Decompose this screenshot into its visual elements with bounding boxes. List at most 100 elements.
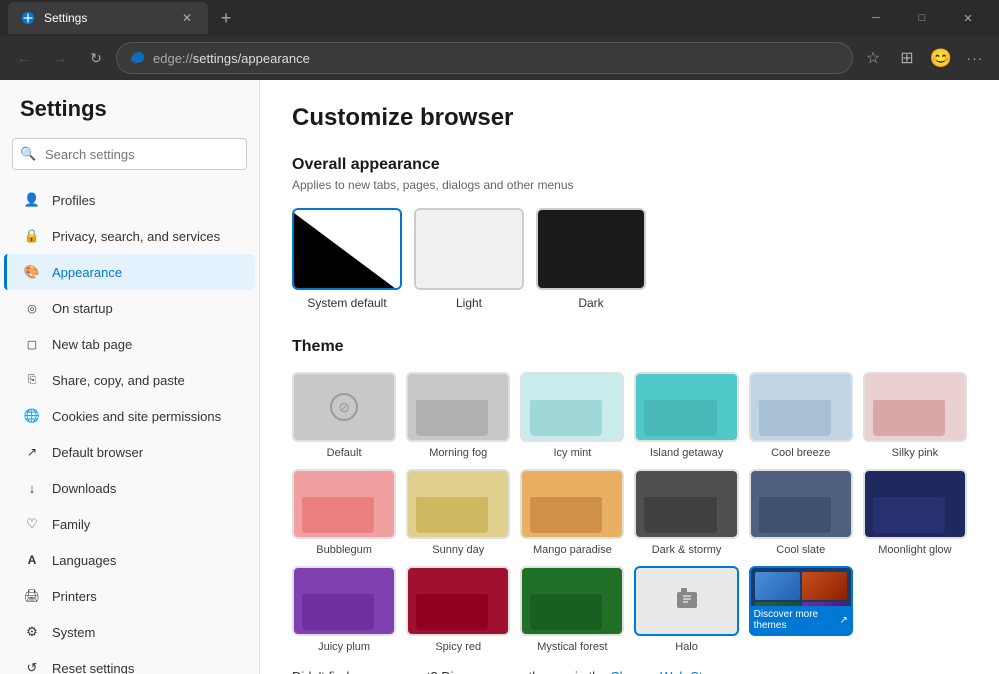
- theme-label: Morning fog: [406, 447, 510, 459]
- light-label: Light: [414, 296, 524, 310]
- folder-graphic: [522, 374, 622, 440]
- theme-juicy-plum[interactable]: Juicy plum: [292, 566, 396, 653]
- theme-mystical-forest[interactable]: Mystical forest: [520, 566, 624, 653]
- theme-label: Default: [292, 447, 396, 459]
- sidebar-item-default-browser[interactable]: ↗ Default browser: [4, 434, 255, 470]
- sidebar-item-label: Privacy, search, and services: [52, 229, 220, 244]
- discover-preview: Discover more themes ↗: [749, 566, 853, 636]
- appearance-light[interactable]: Light: [414, 208, 524, 310]
- sidebar-item-cookies[interactable]: 🌐 Cookies and site permissions: [4, 398, 255, 434]
- appearance-dark[interactable]: Dark: [536, 208, 646, 310]
- dark-graphic: [538, 210, 644, 288]
- theme-icy-mint[interactable]: Icy mint: [520, 372, 624, 459]
- browser-tab[interactable]: Settings ✕: [8, 2, 208, 34]
- cool-breeze-preview: [749, 372, 853, 442]
- sidebar-item-label: Family: [52, 517, 90, 532]
- search-input[interactable]: [12, 138, 247, 170]
- appearance-options: System default Light Dark: [292, 208, 967, 310]
- system-icon: ⚙: [24, 624, 40, 640]
- maximize-button[interactable]: □: [899, 0, 945, 36]
- overall-appearance-title: Overall appearance: [292, 156, 967, 174]
- sidebar-item-languages[interactable]: A Languages: [4, 542, 255, 578]
- folder-graphic: [294, 568, 394, 634]
- newtab-icon: ▢: [24, 336, 40, 352]
- account-button[interactable]: 😊: [925, 42, 957, 74]
- sidebar-item-privacy[interactable]: 🔒 Privacy, search, and services: [4, 218, 255, 254]
- halo-icon: [673, 584, 701, 618]
- theme-halo[interactable]: Halo: [634, 566, 738, 653]
- sidebar-item-family[interactable]: ♡ Family: [4, 506, 255, 542]
- startup-icon: ◎: [24, 300, 40, 316]
- search-box: 🔍: [12, 138, 247, 170]
- favorites-button[interactable]: ☆: [857, 42, 889, 74]
- default-browser-icon: ↗: [24, 444, 40, 460]
- privacy-icon: 🔒: [24, 228, 40, 244]
- sidebar-item-newtab[interactable]: ▢ New tab page: [4, 326, 255, 362]
- sidebar-item-profiles[interactable]: 👤 Profiles: [4, 182, 255, 218]
- theme-mango-paradise[interactable]: Mango paradise: [520, 469, 624, 556]
- system-default-preview: [292, 208, 402, 290]
- address-text: edge://settings/appearance: [153, 51, 310, 66]
- theme-morning-fog[interactable]: Morning fog: [406, 372, 510, 459]
- address-protocol: edge://: [153, 51, 193, 66]
- theme-spicy-red[interactable]: Spicy red: [406, 566, 510, 653]
- theme-sunny-day[interactable]: Sunny day: [406, 469, 510, 556]
- profiles-icon: 👤: [24, 192, 40, 208]
- folder-graphic: [865, 374, 965, 440]
- sidebar-item-system[interactable]: ⚙ System: [4, 614, 255, 650]
- chrome-store-link[interactable]: Chrome Web Store: [610, 669, 721, 674]
- theme-bubblegum[interactable]: Bubblegum: [292, 469, 396, 556]
- back-button[interactable]: ←: [8, 42, 40, 74]
- system-default-label: System default: [292, 296, 402, 310]
- sidebar-item-appearance[interactable]: 🎨 Appearance: [4, 254, 255, 290]
- dark-label: Dark: [536, 296, 646, 310]
- theme-cool-breeze[interactable]: Cool breeze: [749, 372, 853, 459]
- address-bar[interactable]: edge://settings/appearance: [116, 42, 853, 74]
- theme-cool-slate[interactable]: Cool slate: [749, 469, 853, 556]
- theme-label: Halo: [634, 641, 738, 653]
- settings-sidebar: Settings 🔍 👤 Profiles 🔒 Privacy, search,…: [0, 80, 260, 674]
- mango-paradise-preview: [520, 469, 624, 539]
- sidebar-item-label: Share, copy, and paste: [52, 373, 185, 388]
- languages-icon: A: [24, 552, 40, 568]
- minimize-button[interactable]: ─: [853, 0, 899, 36]
- overall-appearance-desc: Applies to new tabs, pages, dialogs and …: [292, 178, 967, 192]
- theme-label: Cool breeze: [749, 447, 853, 459]
- appearance-system-default[interactable]: System default: [292, 208, 402, 310]
- external-link-icon: ↗: [839, 615, 847, 626]
- folder-graphic: [636, 471, 736, 537]
- sidebar-item-downloads[interactable]: ↓ Downloads: [4, 470, 255, 506]
- theme-dark-stormy[interactable]: Dark & stormy: [634, 469, 738, 556]
- theme-silky-pink[interactable]: Silky pink: [863, 372, 967, 459]
- sidebar-item-printers[interactable]: 🖨 Printers: [4, 578, 255, 614]
- folder-graphic: [408, 471, 508, 537]
- collections-button[interactable]: ⊞: [891, 42, 923, 74]
- tab-close-button[interactable]: ✕: [178, 9, 196, 27]
- theme-island-getaway[interactable]: Island getaway: [634, 372, 738, 459]
- sidebar-item-label: On startup: [52, 301, 113, 316]
- theme-label: Icy mint: [520, 447, 624, 459]
- theme-label: Juicy plum: [292, 641, 396, 653]
- default-theme-preview: ⊘: [292, 372, 396, 442]
- close-button[interactable]: ✕: [945, 0, 991, 36]
- sidebar-item-share[interactable]: ⎘ Share, copy, and paste: [4, 362, 255, 398]
- sidebar-item-reset[interactable]: ↺ Reset settings: [4, 650, 255, 674]
- spicy-red-preview: [406, 566, 510, 636]
- discover-label: Discover more themes: [754, 609, 836, 631]
- overall-appearance-section: Overall appearance Applies to new tabs, …: [292, 156, 967, 310]
- theme-label: Dark & stormy: [634, 544, 738, 556]
- sidebar-item-label: Printers: [52, 589, 97, 604]
- new-tab-button[interactable]: +: [212, 4, 240, 32]
- theme-label: Cool slate: [749, 544, 853, 556]
- window-controls: ─ □ ✕: [853, 0, 991, 36]
- themes-section: Theme ⊘ Default: [292, 338, 967, 653]
- theme-moonlight-glow[interactable]: Moonlight glow: [863, 469, 967, 556]
- theme-default[interactable]: ⊘ Default: [292, 372, 396, 459]
- forward-button[interactable]: →: [44, 42, 76, 74]
- sidebar-item-startup[interactable]: ◎ On startup: [4, 290, 255, 326]
- light-graphic: [416, 210, 522, 288]
- refresh-button[interactable]: ↻: [80, 42, 112, 74]
- discover-themes-card[interactable]: Discover more themes ↗ .: [749, 566, 853, 653]
- theme-label: Silky pink: [863, 447, 967, 459]
- menu-button[interactable]: ···: [959, 42, 991, 74]
